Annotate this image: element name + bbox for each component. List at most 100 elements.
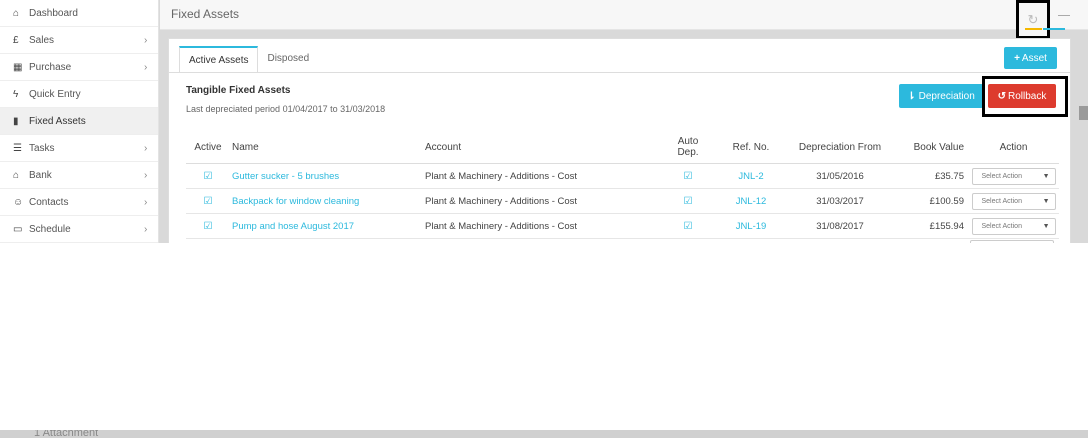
minimize-icon[interactable] [1058, 15, 1070, 16]
header-active: Active [194, 141, 222, 153]
checkbox-icon[interactable]: ☑ [684, 196, 693, 207]
refresh-icon: ↻ [1027, 11, 1039, 27]
list-icon: ☰ [13, 142, 22, 154]
action-select[interactable]: Select Action ▼ [971, 167, 1056, 185]
sidebar-item-label: Purchase [29, 61, 72, 73]
account-cell: Plant & Machinery - Additions - Cost [425, 220, 578, 232]
header-dep-from[interactable]: Depreciation From [787, 142, 893, 153]
header-auto-dep-line1: Auto [677, 136, 699, 147]
barcode-icon: ▦ [13, 61, 23, 73]
header-action: Action [999, 141, 1028, 153]
sidebar-item-fixed-assets[interactable]: ▮ Fixed Assets [0, 108, 158, 135]
asset-name-link[interactable]: Pump and hose August 2017 [232, 221, 354, 232]
action-select[interactable]: Select Action ▼ [971, 192, 1056, 210]
header-book-value[interactable]: Book Value [893, 142, 968, 153]
page-title: Fixed Assets [171, 7, 240, 21]
table-row: ☑ Backpack for window cleaning Plant & M… [186, 189, 1059, 214]
ref-link[interactable]: JNL-12 [736, 196, 767, 207]
sidebar-item-quick-entry[interactable]: ϟ Quick Entry [0, 81, 158, 108]
ref-link[interactable]: JNL-19 [736, 221, 767, 232]
action-select-value: Select Action [981, 172, 1022, 180]
sort-icon: ⇂ [907, 90, 916, 102]
sidebar-item-label: Contacts [29, 196, 69, 208]
scroll-edge-tab[interactable] [1079, 106, 1088, 120]
active-indicator [1025, 28, 1042, 30]
sidebar-item-label: Quick Entry [29, 88, 81, 100]
page-header: Fixed Assets ↻ [160, 0, 1088, 39]
book-value-cell: £155.94 [929, 220, 964, 232]
depreciation-button[interactable]: ⇂ Depreciation [899, 84, 983, 108]
sidebar-item-dashboard[interactable]: ⌂ Dashboard [0, 0, 158, 27]
sidebar-item-label: Sales [29, 34, 55, 46]
chevron-right-icon: › [144, 223, 148, 235]
blank-overlay [0, 243, 1088, 430]
plus-icon: + [1014, 52, 1020, 64]
dep-from-cell: 31/08/2017 [816, 220, 864, 232]
account-cell: Plant & Machinery - Additions - Cost [425, 170, 578, 182]
action-select[interactable]: Select Action ▼ [971, 217, 1056, 235]
tab-bar: Active Assets Disposed [179, 46, 318, 73]
asset-name-link[interactable]: Gutter sucker - 5 brushes [232, 171, 339, 182]
assets-table: Active Name Account Auto Dep. Ref. No. D… [186, 131, 1059, 239]
checkbox-icon[interactable]: ☑ [204, 196, 213, 207]
sidebar-item-label: Tasks [29, 142, 55, 154]
section-title: Tangible Fixed Assets [186, 85, 291, 96]
asset-name-link[interactable]: Backpack for window cleaning [232, 196, 359, 207]
section-subtitle: Last depreciated period 01/04/2017 to 31… [186, 104, 386, 114]
sidebar-item-contacts[interactable]: ☺ Contacts › [0, 189, 158, 216]
refresh-button[interactable]: ↻ [1016, 0, 1050, 39]
sidebar-item-sales[interactable]: £ Sales › [0, 27, 158, 54]
checkbox-icon[interactable]: ☑ [204, 171, 213, 182]
checkbox-icon[interactable]: ☑ [684, 171, 693, 182]
tab-divider [169, 72, 1070, 73]
dep-from-cell: 31/03/2017 [816, 195, 864, 207]
calendar-icon: ▭ [13, 223, 23, 235]
sidebar-item-tasks[interactable]: ☰ Tasks › [0, 135, 158, 162]
tab-active-assets[interactable]: Active Assets [179, 46, 259, 73]
chevron-right-icon: › [144, 169, 148, 181]
account-cell: Plant & Machinery - Additions - Cost [425, 195, 578, 207]
chevron-right-icon: › [144, 196, 148, 208]
add-asset-button[interactable]: + Asset [1004, 47, 1057, 69]
table-header: Active Name Account Auto Dep. Ref. No. D… [186, 131, 1059, 164]
checkbox-icon[interactable]: ☑ [204, 221, 213, 232]
checkbox-icon[interactable]: ☑ [684, 221, 693, 232]
header-name[interactable]: Name [230, 142, 423, 153]
table-row: ☑ Gutter sucker - 5 brushes Plant & Mach… [186, 164, 1059, 189]
caret-down-icon: ▼ [1042, 172, 1050, 180]
footer-strip: 1 Attachment [0, 430, 1088, 438]
header-auto-dep: Auto Dep. [661, 136, 715, 158]
ref-link[interactable]: JNL-2 [738, 171, 763, 182]
sidebar-item-purchase[interactable]: ▦ Purchase › [0, 54, 158, 81]
users-icon: ☺ [13, 196, 24, 208]
book-value-cell: £100.59 [929, 195, 964, 207]
header-ref[interactable]: Ref. No. [715, 142, 787, 153]
rollback-label: Rollback [1008, 90, 1047, 102]
book-icon: ▮ [13, 115, 19, 127]
accent-line [1043, 28, 1065, 30]
header-account[interactable]: Account [423, 142, 661, 153]
sidebar-item-schedule[interactable]: ▭ Schedule › [0, 216, 158, 243]
dep-from-cell: 31/05/2016 [816, 170, 864, 182]
rollback-button[interactable]: ↺ Rollback [988, 84, 1056, 108]
tab-disposed[interactable]: Disposed [258, 46, 318, 72]
add-asset-label: Asset [1021, 52, 1047, 64]
chevron-right-icon: › [144, 142, 148, 154]
sidebar: ⌂ Dashboard £ Sales › ▦ Purchase › ϟ Qui… [0, 0, 159, 243]
action-select-value: Select Action [981, 222, 1022, 230]
undo-icon: ↺ [997, 90, 1007, 102]
pound-icon: £ [13, 34, 19, 46]
header-auto-dep-line2: Dep. [677, 147, 699, 158]
chevron-right-icon: › [144, 61, 148, 73]
action-select-value: Select Action [981, 197, 1022, 205]
table-row: ☑ Pump and hose August 2017 Plant & Mach… [186, 214, 1059, 239]
chevron-right-icon: › [144, 34, 148, 46]
bank-icon: ⌂ [13, 169, 20, 181]
sidebar-item-label: Fixed Assets [29, 115, 86, 127]
sidebar-item-label: Schedule [29, 223, 71, 235]
assets-panel: Active Assets Disposed + Asset Tangible … [168, 38, 1071, 245]
attachment-link[interactable]: 1 Attachment [34, 430, 98, 438]
depreciation-label: Depreciation [918, 90, 975, 102]
sidebar-item-bank[interactable]: ⌂ Bank › [0, 162, 158, 189]
sidebar-item-label: Bank [29, 169, 52, 181]
